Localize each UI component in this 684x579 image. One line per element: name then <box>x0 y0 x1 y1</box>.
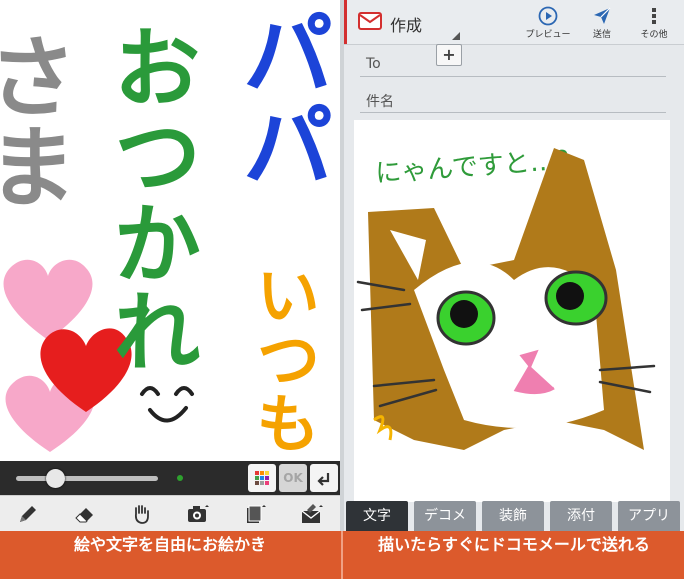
camera-icon <box>188 505 210 522</box>
send-label: 送信 <box>592 30 611 40</box>
mail-insert-tool-button[interactable] <box>297 499 327 529</box>
to-field[interactable]: To + <box>360 44 666 77</box>
stamp-tool-button[interactable] <box>240 499 270 529</box>
caption-divider <box>341 531 343 579</box>
decoration-tab-bar: 文字 デコメ 装飾 添付 アプリ <box>344 501 684 531</box>
subject-field[interactable]: 件名 <box>360 86 666 113</box>
title-menu-corner-icon[interactable] <box>452 32 460 40</box>
compose-app-bar: 作成 プレビュー 送信 その他 <box>344 0 684 45</box>
preview-label: プレビュー <box>525 30 571 40</box>
tab-attach[interactable]: 添付 <box>550 501 612 531</box>
pen-size-slider[interactable] <box>16 476 158 481</box>
page-title: 作成 <box>390 16 423 35</box>
cat-left-pupil <box>450 300 478 328</box>
drawing-toolbar <box>0 495 340 531</box>
attached-drawing: にゃんですと…? <box>354 120 670 502</box>
more-label: その他 <box>640 30 668 40</box>
undo-button[interactable] <box>310 464 338 492</box>
caption-left: 絵や文字を自由にお絵かき <box>73 535 266 554</box>
overflow-menu-icon <box>652 8 656 24</box>
pen-settings-bar: OK <box>0 461 340 495</box>
mail-app-icon <box>358 12 382 30</box>
pencil-icon <box>20 506 37 522</box>
cat-right-pupil <box>556 282 584 310</box>
preview-button[interactable]: プレビュー <box>522 6 574 40</box>
palette-grid-icon <box>255 471 269 485</box>
stamp-icon <box>246 505 266 523</box>
tab-text[interactable]: 文字 <box>346 501 408 531</box>
current-color-indicator <box>177 475 183 481</box>
tab-decome[interactable]: デコメ <box>414 501 476 531</box>
color-palette-button[interactable] <box>248 464 276 492</box>
hand-icon <box>134 505 149 524</box>
drawing-canvas[interactable]: さま おつかれ パパ いつも <box>0 0 340 461</box>
caption-right: 描いたらすぐにドコモメールで送れる <box>378 535 650 554</box>
eraser-icon <box>75 508 93 523</box>
pen-size-slider-thumb[interactable] <box>46 469 65 488</box>
eraser-tool-button[interactable] <box>70 499 100 529</box>
camera-tool-button[interactable] <box>183 499 213 529</box>
hand-tool-button[interactable] <box>127 499 157 529</box>
undo-icon <box>317 473 330 486</box>
send-plane-icon <box>594 7 611 24</box>
drawing-editor-panel: さま おつかれ パパ いつも OK <box>0 0 340 531</box>
send-button[interactable]: 送信 <box>576 6 628 40</box>
mail-insert-icon <box>301 504 323 523</box>
pink-heart-top <box>3 259 93 340</box>
caption-banner: 絵や文字を自由にお絵かき 描いたらすぐにドコモメールで送れる <box>0 531 684 579</box>
drawn-text-sama: さま <box>0 30 77 210</box>
pencil-tool-button[interactable] <box>13 499 43 529</box>
subject-placeholder: 件名 <box>366 94 394 110</box>
drawn-text-otsukare: おつかれ <box>99 22 202 374</box>
more-button[interactable]: その他 <box>628 6 680 40</box>
add-recipient-button[interactable]: + <box>436 44 462 66</box>
drawn-text-itsumo: いつも <box>245 262 319 454</box>
mail-compose-panel: 作成 プレビュー 送信 その他 To + 件名 にゃんですと…? 文字 デコメ … <box>344 0 684 531</box>
tab-decoration[interactable]: 装飾 <box>482 501 544 531</box>
play-circle-icon <box>538 6 558 26</box>
app-bar-accent <box>344 0 347 44</box>
to-label: To <box>366 56 381 72</box>
plus-icon: + <box>442 45 456 64</box>
tab-apps[interactable]: アプリ <box>618 501 680 531</box>
drawn-text-papa: パパ <box>227 6 334 190</box>
ok-button[interactable]: OK <box>279 464 307 492</box>
smiley-face <box>140 386 194 423</box>
